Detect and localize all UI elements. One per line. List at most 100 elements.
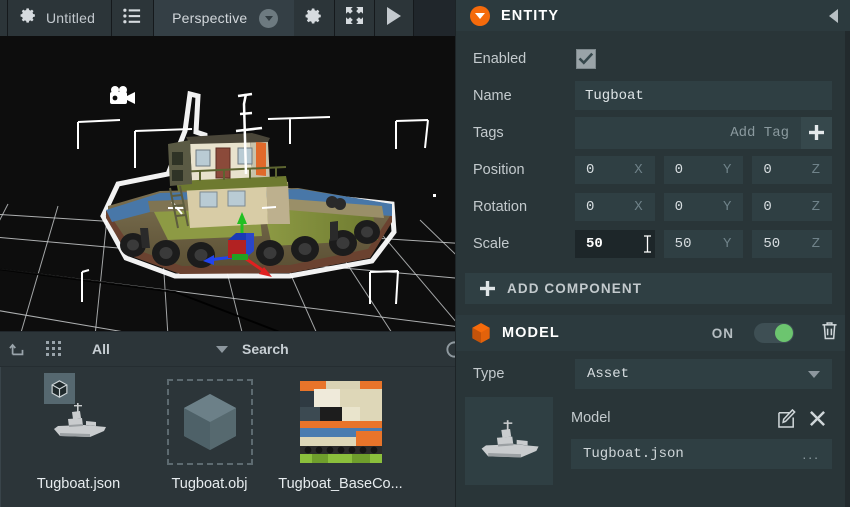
name-row: Name Tugboat bbox=[465, 77, 832, 114]
playcanvas-editor: Untitled Perspective All Search Tugboat.… bbox=[0, 0, 850, 507]
model-asset-details: Model Tugboat.json ... bbox=[571, 397, 832, 485]
orange-cube-icon bbox=[470, 322, 491, 344]
scale-x-input[interactable]: 50 bbox=[575, 229, 655, 258]
name-input[interactable]: Tugboat bbox=[575, 81, 832, 110]
inspector-panel: ENTITY Enabled Name Tugboat Tags Add Tag… bbox=[455, 0, 850, 507]
launch-button[interactable] bbox=[375, 0, 413, 36]
model-type-row: Type Asset bbox=[456, 351, 850, 397]
enabled-checkbox[interactable] bbox=[576, 48, 596, 69]
rotation-x-input[interactable]: 0 X bbox=[575, 192, 655, 221]
fullscreen-button[interactable] bbox=[335, 0, 374, 36]
asset-item-tugboat-basecolor[interactable]: Tugboat_BaseCo... bbox=[275, 375, 406, 507]
check-icon bbox=[578, 52, 594, 65]
scale-z-input[interactable]: 50 Z bbox=[752, 229, 833, 258]
project-settings-button[interactable]: Untitled bbox=[8, 0, 111, 36]
axis-y-label: Y bbox=[722, 198, 732, 215]
axis-x-label: X bbox=[634, 161, 643, 178]
position-y-input[interactable]: 0 Y bbox=[663, 155, 744, 184]
caret-down-icon bbox=[808, 370, 820, 378]
model-asset-row: Model Tugboat.json ... bbox=[456, 397, 850, 485]
asset-item-tugboat-json[interactable]: Tugboat.json bbox=[13, 373, 144, 507]
axis-z-label: Z bbox=[811, 198, 821, 215]
model-type-value: Asset bbox=[587, 366, 630, 382]
name-label: Name bbox=[473, 87, 512, 104]
scene-settings-button[interactable] bbox=[294, 0, 334, 36]
hierarchy-toggle-button[interactable] bbox=[112, 0, 153, 36]
trash-icon[interactable] bbox=[821, 321, 838, 345]
scale-row: Scale 50 50 Y 50 Z bbox=[465, 225, 833, 262]
assets-toolbar: All bbox=[0, 332, 463, 367]
plus-icon bbox=[809, 125, 824, 140]
assets-search[interactable] bbox=[242, 332, 463, 367]
rotation-row: Rotation 0 X 0 Y 0 Z bbox=[465, 188, 833, 225]
top-toolbar: Untitled Perspective bbox=[0, 0, 455, 36]
asset-thumbnail bbox=[298, 379, 384, 465]
add-component-label: ADD COMPONENT bbox=[507, 281, 643, 296]
enabled-label: Enabled bbox=[473, 50, 527, 67]
asset-label: Tugboat_BaseCo... bbox=[278, 476, 403, 492]
assets-filter-dropdown[interactable]: All bbox=[72, 332, 242, 367]
rotation-x-value: 0 bbox=[586, 198, 595, 215]
rotation-y-input[interactable]: 0 Y bbox=[663, 192, 744, 221]
left-column: Untitled Perspective All Search Tugboat.… bbox=[0, 0, 463, 507]
position-z-value: 0 bbox=[763, 161, 772, 178]
circle-caret-down-icon bbox=[259, 8, 279, 28]
model-component-title: MODEL bbox=[502, 325, 560, 341]
model-asset-thumbnail[interactable] bbox=[465, 397, 553, 485]
edit-square-icon[interactable] bbox=[772, 403, 802, 433]
model-asset-field[interactable]: Tugboat.json ... bbox=[571, 439, 832, 469]
position-z-input[interactable]: 0 Z bbox=[752, 155, 833, 184]
model-asset-name: Tugboat.json bbox=[583, 446, 684, 462]
expand-icon bbox=[346, 7, 364, 29]
orange-circle-caret-icon bbox=[470, 5, 490, 26]
asset-item-tugboat-obj[interactable]: Tugboat.obj bbox=[144, 375, 275, 507]
rotation-label: Rotation bbox=[473, 198, 528, 215]
axis-y-label: Y bbox=[722, 235, 732, 252]
position-label: Position bbox=[473, 161, 525, 178]
ship-model-icon bbox=[53, 403, 106, 437]
project-group: Untitled bbox=[8, 0, 113, 36]
gear-icon bbox=[20, 7, 37, 29]
tags-placeholder: Add Tag bbox=[730, 124, 789, 141]
scale-y-input[interactable]: 50 Y bbox=[663, 229, 744, 258]
viewport-settings-group bbox=[294, 0, 336, 36]
viewport-3d[interactable] bbox=[0, 36, 455, 331]
position-y-value: 0 bbox=[674, 161, 684, 178]
model-type-select[interactable]: Asset bbox=[575, 359, 832, 389]
add-component-button[interactable]: ADD COMPONENT bbox=[465, 273, 832, 304]
scale-label: Scale bbox=[473, 235, 510, 252]
asset-label: Tugboat.obj bbox=[171, 476, 248, 492]
play-icon bbox=[386, 6, 402, 30]
rotation-y-value: 0 bbox=[674, 198, 684, 215]
scale-x-value: 50 bbox=[586, 235, 603, 252]
list-icon bbox=[123, 8, 142, 29]
caret-down-icon bbox=[216, 345, 228, 353]
scale-z-value: 50 bbox=[763, 235, 781, 252]
model-type-label: Type bbox=[473, 366, 505, 382]
toolbar-edge-sliver bbox=[0, 0, 8, 36]
upload-arrow-icon[interactable] bbox=[0, 332, 36, 367]
entity-panel-header: ENTITY bbox=[456, 0, 850, 31]
model-enable-toggle[interactable] bbox=[754, 323, 794, 343]
close-x-icon[interactable] bbox=[802, 403, 832, 433]
gear-icon bbox=[305, 7, 323, 30]
search-input[interactable] bbox=[242, 341, 455, 357]
panel-scroll-edge[interactable] bbox=[845, 31, 850, 507]
ellipsis-icon[interactable]: ... bbox=[802, 446, 820, 462]
model-component-header: MODEL ON bbox=[456, 315, 850, 351]
enabled-row: Enabled bbox=[465, 40, 832, 77]
collapse-left-icon[interactable] bbox=[829, 8, 838, 23]
fullscreen-group bbox=[335, 0, 376, 36]
camera-selector[interactable]: Perspective bbox=[154, 0, 295, 36]
add-tag-button[interactable] bbox=[801, 116, 832, 149]
scale-y-value: 50 bbox=[674, 235, 692, 252]
assets-panel: All Search Tugboat.json Tugboat.obj Tugb… bbox=[0, 331, 463, 507]
position-x-input[interactable]: 0 X bbox=[575, 155, 655, 184]
tags-input[interactable]: Add Tag bbox=[575, 116, 801, 149]
position-row: Position 0 X 0 Y 0 Z bbox=[465, 151, 833, 188]
grid-view-icon[interactable] bbox=[36, 332, 72, 367]
tags-row: Tags Add Tag bbox=[465, 114, 832, 151]
rotation-z-input[interactable]: 0 Z bbox=[752, 192, 833, 221]
tags-label: Tags bbox=[473, 124, 504, 141]
entity-panel-title: ENTITY bbox=[501, 7, 560, 24]
